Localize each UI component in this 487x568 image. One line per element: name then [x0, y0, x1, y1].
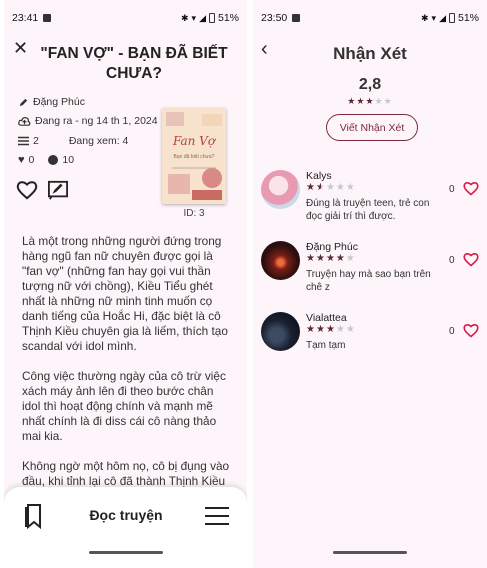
- close-icon[interactable]: ✕: [13, 38, 28, 59]
- review-like-count: 0: [449, 255, 455, 266]
- list-icon: [18, 136, 29, 146]
- bookmark-icon[interactable]: [24, 503, 46, 529]
- notification-icon: [43, 14, 52, 22]
- review-edit-icon[interactable]: [47, 180, 69, 200]
- review-stars: ★★★★★: [306, 253, 356, 264]
- star-icon: ★: [335, 253, 346, 264]
- star-icon: ★: [325, 324, 336, 335]
- status-time: 23:50: [261, 12, 288, 24]
- heart-icon[interactable]: [463, 252, 479, 267]
- review-like-count: 0: [449, 326, 455, 337]
- author-name: Đặng Phúc: [33, 96, 85, 108]
- battery-level: 51%: [217, 12, 239, 24]
- star-icon: ★: [345, 182, 356, 193]
- status-bar: 23:50 ✱ ▾ ◢ 51%: [253, 0, 487, 36]
- heart-icon: ♥: [18, 154, 25, 166]
- like-count: 0: [28, 154, 35, 166]
- story-detail-screen: 23:41 ✱ ▾ ◢ 51% ✕ "FAN VỢ" - BẠN ĐÃ BIẾT…: [4, 0, 247, 568]
- star-icon: ★: [335, 182, 346, 193]
- chapters-views-row: 2 Đang xem: 4: [18, 135, 128, 147]
- signal-icon: ◢: [199, 12, 206, 23]
- signal-icon: ◢: [439, 12, 446, 23]
- story-description: Là một trong những người đứng trong hàng…: [22, 234, 234, 519]
- review-stars: ★★★★★: [306, 324, 356, 335]
- bluetooth-icon: ✱: [180, 12, 189, 23]
- wifi-icon: ▾: [191, 12, 197, 23]
- cloud-upload-icon: [18, 116, 31, 126]
- menu-icon[interactable]: [204, 506, 230, 526]
- heart-icon[interactable]: [463, 181, 479, 196]
- star-icon: ★: [347, 96, 357, 106]
- comment-icon: [48, 155, 59, 165]
- page-title: Nhận Xét: [333, 44, 407, 63]
- story-id: ID: 3: [183, 208, 205, 219]
- review-like-count: 0: [449, 184, 455, 195]
- review-text: Đúng là truyện teen, trẻ con đọc giải tr…: [306, 198, 430, 222]
- status-time: 23:41: [12, 12, 39, 24]
- star-icon: ★: [365, 96, 375, 106]
- battery-level: 51%: [457, 12, 479, 24]
- review-item: Đặng Phúc ★★★★★ Truyện hay mà sao bạn tr…: [253, 241, 487, 301]
- star-icon: ★: [315, 324, 326, 335]
- read-story-button[interactable]: Đọc truyện: [66, 507, 186, 523]
- author-row[interactable]: Đặng Phúc: [18, 96, 85, 108]
- story-title: "FAN VỢ" - BẠN ĐÃ BIẾT CHƯA?: [40, 45, 228, 82]
- star-icon: ★: [306, 182, 316, 193]
- update-status-row: Đang ra - ng 14 th 1, 2024: [18, 115, 158, 127]
- battery-icon: [448, 13, 455, 23]
- bottom-action-bar: Đọc truyện: [4, 487, 247, 568]
- avatar: [261, 170, 300, 209]
- reviewer-name: Vialattea: [306, 312, 347, 324]
- cover-title: Fan Vợ: [172, 134, 216, 148]
- star-icon: ★: [315, 253, 326, 264]
- reviewer-name: Kalys: [306, 170, 332, 182]
- review-item: Vialattea ★★★★★ Tạm tạm 0: [253, 312, 487, 372]
- description-paragraph: Là một trong những người đứng trong hàng…: [22, 234, 228, 353]
- gesture-bar: [88, 551, 163, 554]
- update-status: Đang ra - ng 14 th 1, 2024: [35, 115, 158, 127]
- bluetooth-icon: ✱: [420, 12, 429, 23]
- star-icon: ★: [345, 253, 356, 264]
- review-stars: ★★★★★: [306, 182, 356, 193]
- star-icon: ★: [335, 324, 346, 335]
- book-cover[interactable]: Fan Vợ Bạn đã biết chưa?: [162, 108, 226, 204]
- review-item: Kalys ★★★★★ Đúng là truyện teen, trẻ con…: [253, 170, 487, 230]
- star-icon: ★: [315, 182, 326, 193]
- view-count: Đang xem: 4: [68, 135, 129, 147]
- wifi-icon: ▾: [431, 12, 437, 23]
- status-bar: 23:41 ✱ ▾ ◢ 51%: [4, 0, 247, 36]
- battery-icon: [208, 13, 215, 23]
- star-icon: ★: [325, 182, 336, 193]
- star-icon: ★: [325, 253, 336, 264]
- review-text: Tạm tạm: [306, 340, 346, 351]
- comment-count: 10: [62, 154, 75, 166]
- average-stars: ★★★★★: [253, 96, 487, 107]
- review-text: Truyện hay mà sao bạn trên chê z: [306, 269, 431, 293]
- likes-comments-row: ♥ 0 10: [18, 154, 74, 166]
- like-heart-icon[interactable]: [16, 180, 38, 200]
- star-icon: ★: [306, 253, 316, 264]
- notification-icon: [292, 14, 301, 22]
- star-icon: ★: [383, 96, 393, 106]
- reviews-screen: 23:50 ✱ ▾ ◢ 51% ‹ Nhận Xét 2,8 ★★★★★ Viế…: [253, 0, 487, 568]
- gesture-bar: [333, 551, 407, 554]
- avatar: [261, 241, 300, 280]
- reviewer-name: Đặng Phúc: [306, 241, 358, 253]
- star-icon: ★: [374, 96, 384, 106]
- average-score: 2,8: [358, 76, 382, 93]
- chapter-count: 2: [33, 135, 39, 147]
- star-icon: ★: [345, 324, 356, 335]
- heart-icon[interactable]: [463, 323, 479, 338]
- write-review-button[interactable]: Viết Nhận Xét: [326, 114, 418, 141]
- avatar: [261, 312, 300, 351]
- description-paragraph: Công việc thường ngày của cô trừ việc xá…: [22, 369, 226, 443]
- cover-subtitle: Bạn đã biết chưa?: [173, 154, 215, 160]
- star-icon: ★: [306, 324, 316, 335]
- pen-icon: [19, 98, 28, 106]
